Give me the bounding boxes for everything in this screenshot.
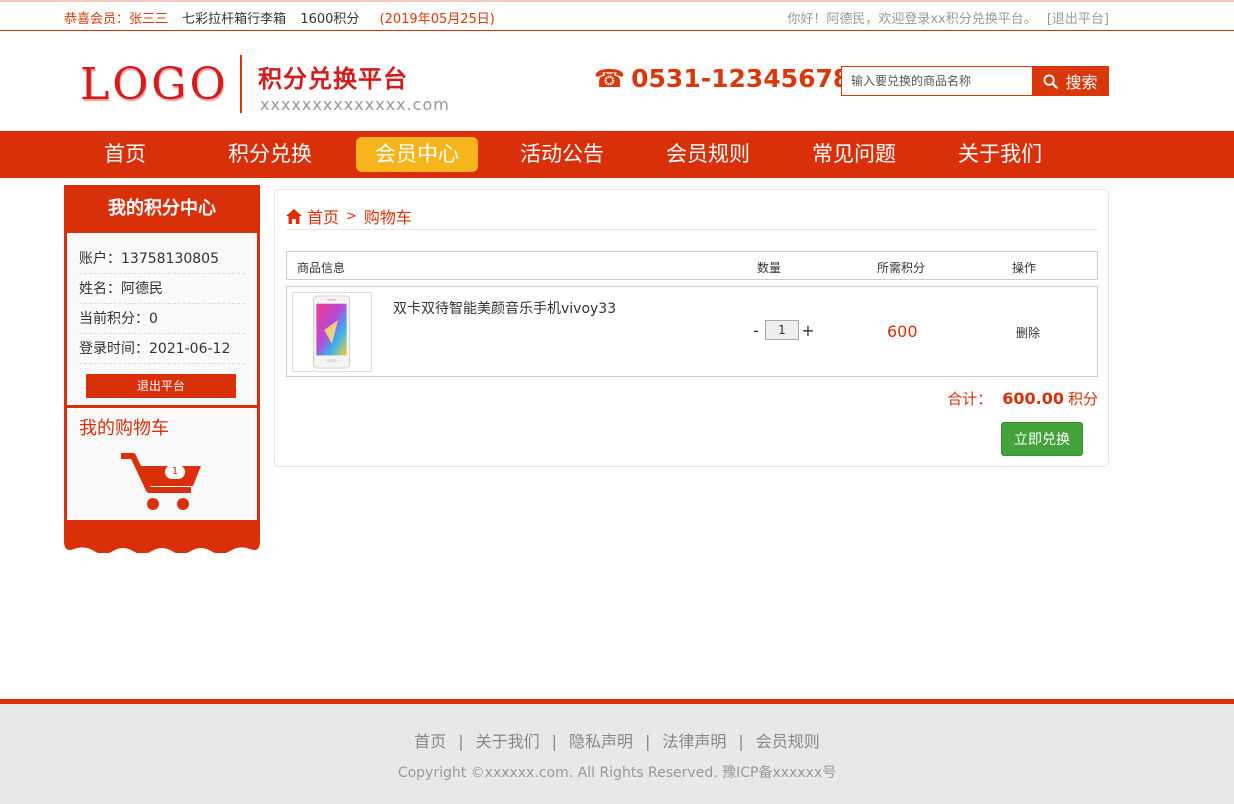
logo[interactable]: LOGO bbox=[80, 59, 229, 110]
user-greeting: 你好！阿德民，欢迎登录xx积分兑换平台。 bbox=[787, 12, 1037, 27]
home-icon bbox=[286, 208, 302, 224]
account-info: 账户：13758130805 姓名：阿德民 当前积分：0 登录时间：2021-0… bbox=[67, 233, 257, 405]
search-icon bbox=[1043, 73, 1059, 89]
footer-separator: | bbox=[645, 732, 651, 751]
current-points: 当前积分：0 bbox=[79, 304, 245, 334]
product-phone-image bbox=[312, 295, 351, 369]
winner-announcement: 恭喜会员：张三三 七彩拉杆箱行李箱 1600积分 (2019年05月25日) bbox=[64, 8, 495, 27]
copyright: Copyright ©xxxxxx.com. All Rights Reserv… bbox=[397, 765, 837, 781]
account-number: 账户：13758130805 bbox=[79, 244, 245, 274]
quantity-stepper: - + bbox=[749, 320, 815, 340]
hotline-number: 0531-12345678 bbox=[631, 64, 851, 93]
required-points: 600 bbox=[887, 322, 918, 341]
nav-item-faq[interactable]: 常见问题 bbox=[801, 137, 907, 172]
footer-separator: | bbox=[551, 732, 557, 751]
search-input[interactable] bbox=[841, 66, 1033, 96]
footer-separator: | bbox=[458, 732, 464, 751]
header: LOGO 积分兑换平台 xxxxxxxxxxxxxx.com ☎ 0531-123… bbox=[0, 31, 1234, 131]
column-required-points: 所需积分 bbox=[877, 261, 926, 275]
total-unit: 积分 bbox=[1067, 390, 1098, 408]
redeem-now-button[interactable]: 立即兑换 bbox=[1001, 422, 1083, 456]
search-button[interactable]: 搜索 bbox=[1032, 66, 1109, 96]
main-nav: 首页 积分兑换 会员中心 活动公告 会员规则 常见问题 关于我们 bbox=[0, 131, 1234, 178]
sidebar: 我的积分中心 账户：13758130805 姓名：阿德民 当前积分：0 登录时间… bbox=[64, 185, 260, 527]
footer-link-home[interactable]: 首页 bbox=[414, 732, 446, 751]
breadcrumb-home[interactable]: 首页 bbox=[307, 204, 339, 228]
my-cart-title: 我的购物车 bbox=[79, 418, 169, 439]
footer-link-about-us[interactable]: 关于我们 bbox=[476, 732, 540, 751]
nav-item-about-us[interactable]: 关于我们 bbox=[947, 137, 1053, 172]
quantity-input[interactable] bbox=[765, 320, 799, 340]
breadcrumb-separator: > bbox=[346, 208, 357, 224]
my-cart-box: 我的购物车 1 bbox=[67, 408, 257, 520]
cart-total: 合计： 600.00 积分 bbox=[947, 388, 1098, 409]
search-button-label: 搜索 bbox=[1065, 73, 1098, 92]
cart-count-badge: 1 bbox=[165, 465, 185, 479]
hotline: ☎ 0531-12345678 bbox=[594, 64, 850, 93]
nav-item-announcements[interactable]: 活动公告 bbox=[509, 137, 615, 172]
product-name[interactable]: 双卡双待智能美颜音乐手机vivoy33 bbox=[393, 298, 616, 318]
cart-panel: 首页 > 购物车 商品信息 数量 所需积分 操作 双卡双待智能美颜音乐手机viv… bbox=[274, 189, 1109, 467]
cart-table-header: 商品信息 数量 所需积分 操作 bbox=[286, 251, 1098, 280]
phone-icon: ☎ bbox=[594, 64, 626, 93]
footer-separator: | bbox=[738, 732, 744, 751]
footer: 首页 | 关于我们 | 隐私声明 | 法律声明 | 会员规则 Copyright ©xxxxxx… bbox=[0, 699, 1234, 804]
top-bar: 恭喜会员：张三三 七彩拉杆箱行李箱 1600积分 (2019年05月25日) 你… bbox=[0, 0, 1234, 31]
footer-link-legal[interactable]: 法律声明 bbox=[662, 732, 726, 751]
cart-icon[interactable] bbox=[119, 452, 205, 514]
footer-link-privacy[interactable]: 隐私声明 bbox=[569, 732, 633, 751]
quantity-increase-button[interactable]: + bbox=[801, 321, 815, 340]
quantity-decrease-button[interactable]: - bbox=[749, 321, 763, 340]
table-row: 双卡双待智能美颜音乐手机vivoy33 - + 600 删除 bbox=[286, 286, 1098, 377]
top-logout-link[interactable]: [退出平台] bbox=[1047, 12, 1109, 27]
column-product-info: 商品信息 bbox=[297, 261, 346, 275]
nav-item-home[interactable]: 首页 bbox=[85, 137, 165, 172]
sidebar-scallop-edge bbox=[64, 527, 260, 553]
winner-member: 恭喜会员：张三三 bbox=[64, 12, 169, 27]
total-label: 合计： bbox=[947, 390, 993, 408]
breadcrumb: 首页 > 购物车 bbox=[286, 204, 412, 228]
nav-item-member-rules[interactable]: 会员规则 bbox=[655, 137, 761, 172]
winner-date: (2019年05月25日) bbox=[379, 12, 495, 27]
nav-item-points-exchange[interactable]: 积分兑换 bbox=[217, 137, 323, 172]
platform-url: xxxxxxxxxxxxxx.com bbox=[260, 95, 450, 114]
platform-name: 积分兑换平台 bbox=[258, 65, 408, 93]
breadcrumb-current: 购物车 bbox=[363, 208, 412, 227]
total-value: 600.00 bbox=[1002, 389, 1064, 408]
sidebar-title: 我的积分中心 bbox=[108, 198, 216, 219]
column-quantity: 数量 bbox=[757, 261, 782, 275]
footer-link-member-rules[interactable]: 会员规则 bbox=[756, 732, 820, 751]
footer-links: 首页 | 关于我们 | 隐私声明 | 法律声明 | 会员规则 bbox=[0, 728, 1234, 752]
winner-gift: 七彩拉杆箱行李箱 bbox=[182, 12, 287, 27]
logout-button[interactable]: 退出平台 bbox=[86, 374, 236, 398]
logo-divider bbox=[240, 55, 242, 113]
delete-button[interactable]: 删除 bbox=[1016, 324, 1040, 341]
search-bar: 搜索 bbox=[841, 66, 1109, 96]
login-time: 登录时间：2021-06-12 bbox=[79, 334, 245, 364]
winner-points: 1600积分 bbox=[300, 12, 360, 27]
breadcrumb-divider bbox=[286, 229, 1098, 230]
column-actions: 操作 bbox=[1012, 261, 1037, 275]
member-name: 姓名：阿德民 bbox=[79, 274, 245, 304]
product-thumbnail[interactable] bbox=[292, 292, 372, 372]
nav-item-member-center[interactable]: 会员中心 bbox=[356, 137, 478, 172]
user-greeting-area: 你好！阿德民，欢迎登录xx积分兑换平台。 [退出平台] bbox=[787, 8, 1109, 27]
